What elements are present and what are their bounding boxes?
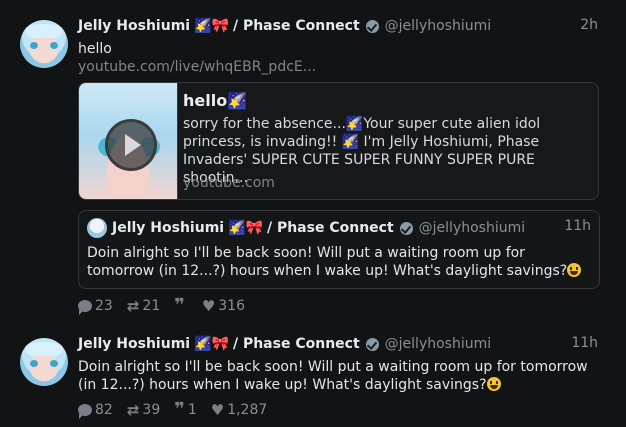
quote-button[interactable]: ❞ — [174, 295, 188, 316]
heart-icon: ♥ — [210, 401, 225, 419]
quoted-post-header: Jelly Hoshiumi 🌠🎀 / Phase Connect @jelly… — [112, 218, 525, 238]
post-actions: 23 ⇄ 21 ❞ ♥ 316 — [78, 297, 259, 315]
post-timestamp[interactable]: 11h — [564, 218, 591, 234]
quote-icon: ❞ — [174, 295, 185, 316]
quoted-post-text: Doin alright so I'll be back soon! Will … — [87, 244, 592, 280]
quote-button[interactable]: ❞ 1 — [174, 399, 197, 420]
post-text-body: Doin alright so I'll be back soon! Will … — [78, 359, 588, 393]
video-thumbnail[interactable] — [79, 83, 178, 199]
reply-button[interactable]: 82 — [78, 402, 113, 419]
name-emojis: 🌠🎀 — [194, 336, 229, 352]
user-handle[interactable]: @jellyhoshiumi — [385, 336, 491, 352]
reply-icon — [78, 404, 92, 419]
user-handle[interactable]: @jellyhoshiumi — [385, 18, 491, 34]
boost-icon: ⇄ — [126, 401, 140, 419]
card-title: hello🌠 — [183, 91, 248, 110]
name-emojis: 🌠🎀 — [194, 18, 229, 34]
like-count: 1,287 — [227, 402, 268, 418]
grinning-face-icon — [567, 263, 582, 277]
display-name[interactable]: Jelly Hoshiumi — [112, 220, 224, 236]
post-timestamp[interactable]: 2h — [580, 17, 598, 33]
heart-icon: ♥ — [201, 297, 216, 315]
user-handle[interactable]: @jellyhoshiumi — [419, 220, 525, 236]
reply-count: 23 — [95, 298, 113, 314]
quoted-post-text-body: Doin alright so I'll be back soon! Will … — [87, 245, 568, 279]
reply-icon — [78, 300, 92, 315]
like-button[interactable]: ♥ 1,287 — [211, 401, 268, 419]
verified-icon — [365, 337, 379, 351]
verified-icon — [399, 221, 413, 235]
card-domain: youtube.com — [183, 175, 275, 191]
quote-icon: ❞ — [174, 399, 185, 420]
avatar[interactable] — [87, 218, 107, 238]
avatar[interactable] — [20, 338, 68, 386]
quoted-post[interactable]: Jelly Hoshiumi 🌠🎀 / Phase Connect @jelly… — [78, 210, 600, 289]
post-text: Doin alright so I'll be back soon! Will … — [78, 358, 598, 394]
display-name[interactable]: Jelly Hoshiumi — [78, 18, 190, 34]
verified-icon — [365, 19, 379, 33]
boost-count: 21 — [142, 298, 161, 314]
quote-count: 1 — [187, 402, 197, 418]
display-name-suffix[interactable]: / Phase Connect — [267, 220, 394, 236]
grinning-face-icon — [486, 377, 501, 391]
reply-count: 82 — [95, 402, 113, 418]
post-header: Jelly Hoshiumi 🌠🎀 / Phase Connect @jelly… — [78, 334, 491, 354]
boost-icon: ⇄ — [126, 297, 140, 315]
name-emojis: 🌠🎀 — [228, 220, 263, 236]
boost-button[interactable]: ⇄ 39 — [127, 401, 160, 419]
avatar[interactable] — [20, 20, 68, 68]
reply-button[interactable]: 23 — [78, 298, 113, 315]
post-text: hello — [78, 41, 112, 57]
like-count: 316 — [218, 298, 245, 314]
like-button[interactable]: ♥ 316 — [202, 297, 245, 315]
display-name[interactable]: Jelly Hoshiumi — [78, 336, 190, 352]
link-preview-card[interactable]: hello🌠 sorry for the absence...🌠Your sup… — [78, 82, 599, 200]
boost-count: 39 — [142, 402, 161, 418]
post-link[interactable]: youtube.com/live/whqEBR_pdcE... — [78, 59, 316, 75]
display-name-suffix[interactable]: / Phase Connect — [233, 336, 360, 352]
post-actions: 82 ⇄ 39 ❞ 1 ♥ 1,287 — [78, 401, 281, 419]
play-icon[interactable] — [105, 119, 157, 171]
post-header: Jelly Hoshiumi 🌠🎀 / Phase Connect @jelly… — [78, 16, 491, 36]
boost-button[interactable]: ⇄ 21 — [127, 297, 160, 315]
display-name-suffix[interactable]: / Phase Connect — [233, 18, 360, 34]
post-timestamp[interactable]: 11h — [571, 335, 598, 351]
